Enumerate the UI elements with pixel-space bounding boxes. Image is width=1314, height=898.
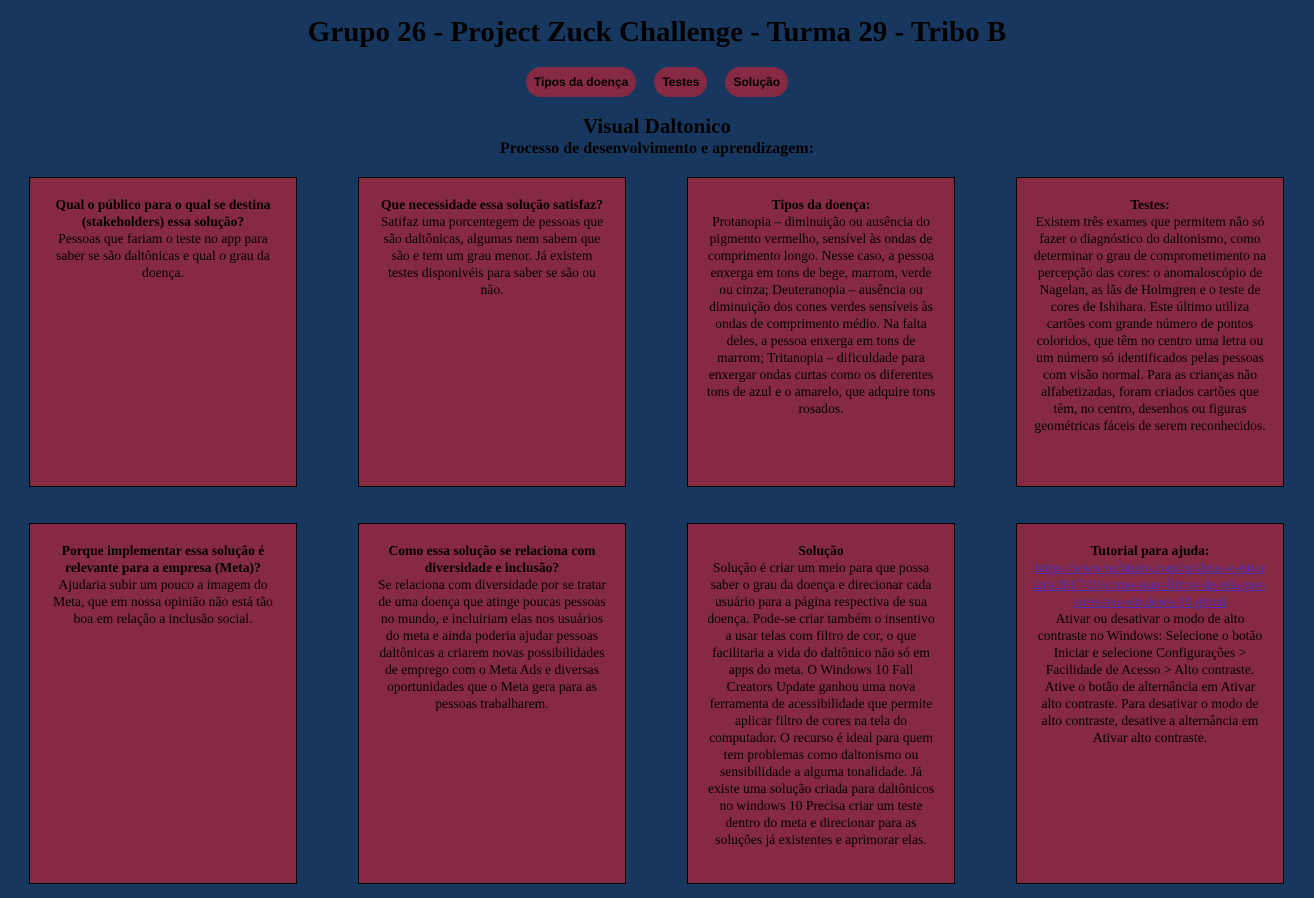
card-necessidade: Que necessidade essa solução satisfaz? S… [358,177,626,487]
card-body: Satifaz uma porcentegem de pessoas que s… [380,214,604,297]
card-solucao: Solução Solução é criar um meio para que… [687,523,955,884]
section-title: Visual Daltonico [583,114,731,138]
card-body: Se relaciona com diversidade por se trat… [378,577,606,711]
section-subtitle: Processo de desenvolvimento e aprendizag… [499,140,815,157]
card-body: Ajudaria subir um pouco a imagem do Meta… [53,577,273,626]
card-title: Solução [798,543,844,558]
nav-tipos-da-doenca-button[interactable]: Tipos da doença [525,67,637,97]
card-publico: Qual o público para o qual se destina (s… [29,177,297,487]
card-diversidade: Como essa solução se relaciona com diver… [358,523,626,884]
card-tipos-da-doenca: Tipos da doença: Protanopia – diminuição… [687,177,955,487]
card-relevancia: Porque implementar essa solução é releva… [29,523,297,884]
page-title: Grupo 26 - Project Zuck Challenge - Turm… [307,16,1007,48]
card-title: Tutorial para ajuda: [1090,543,1210,558]
card-body: Protanopia – diminuição ou ausência do p… [706,214,936,416]
nav-testes-button[interactable]: Testes [654,67,708,97]
card-tutorial: Tutorial para ajuda: https://www.techtud… [1016,523,1284,884]
card-body: Solução é criar um meio para que possa s… [707,560,935,847]
card-title: Como essa solução se relaciona com diver… [388,543,596,575]
card-title: Que necessidade essa solução satisfaz? [380,197,604,212]
card-testes: Testes: Existem três exames que permitem… [1016,177,1284,487]
card-title: Qual o público para o qual se destina (s… [55,197,271,229]
nav-solucao-button[interactable]: Solução [725,67,789,97]
card-body: Existem três exames que permitem não só … [1033,214,1267,433]
card-title: Tipos da doença: [771,197,871,212]
card-title: Porque implementar essa solução é releva… [61,543,265,575]
card-body: Pessoas que fariam o teste no app para s… [56,231,270,280]
card-title: Testes: [1130,197,1170,212]
tutorial-link[interactable]: https://www.techtudo.com.br/dicas-e-tuto… [1033,559,1267,610]
nav-bar: Tipos da doença Testes Solução [0,67,1314,97]
card-body: Ativar ou desativar o modo de alto contr… [1037,611,1263,745]
